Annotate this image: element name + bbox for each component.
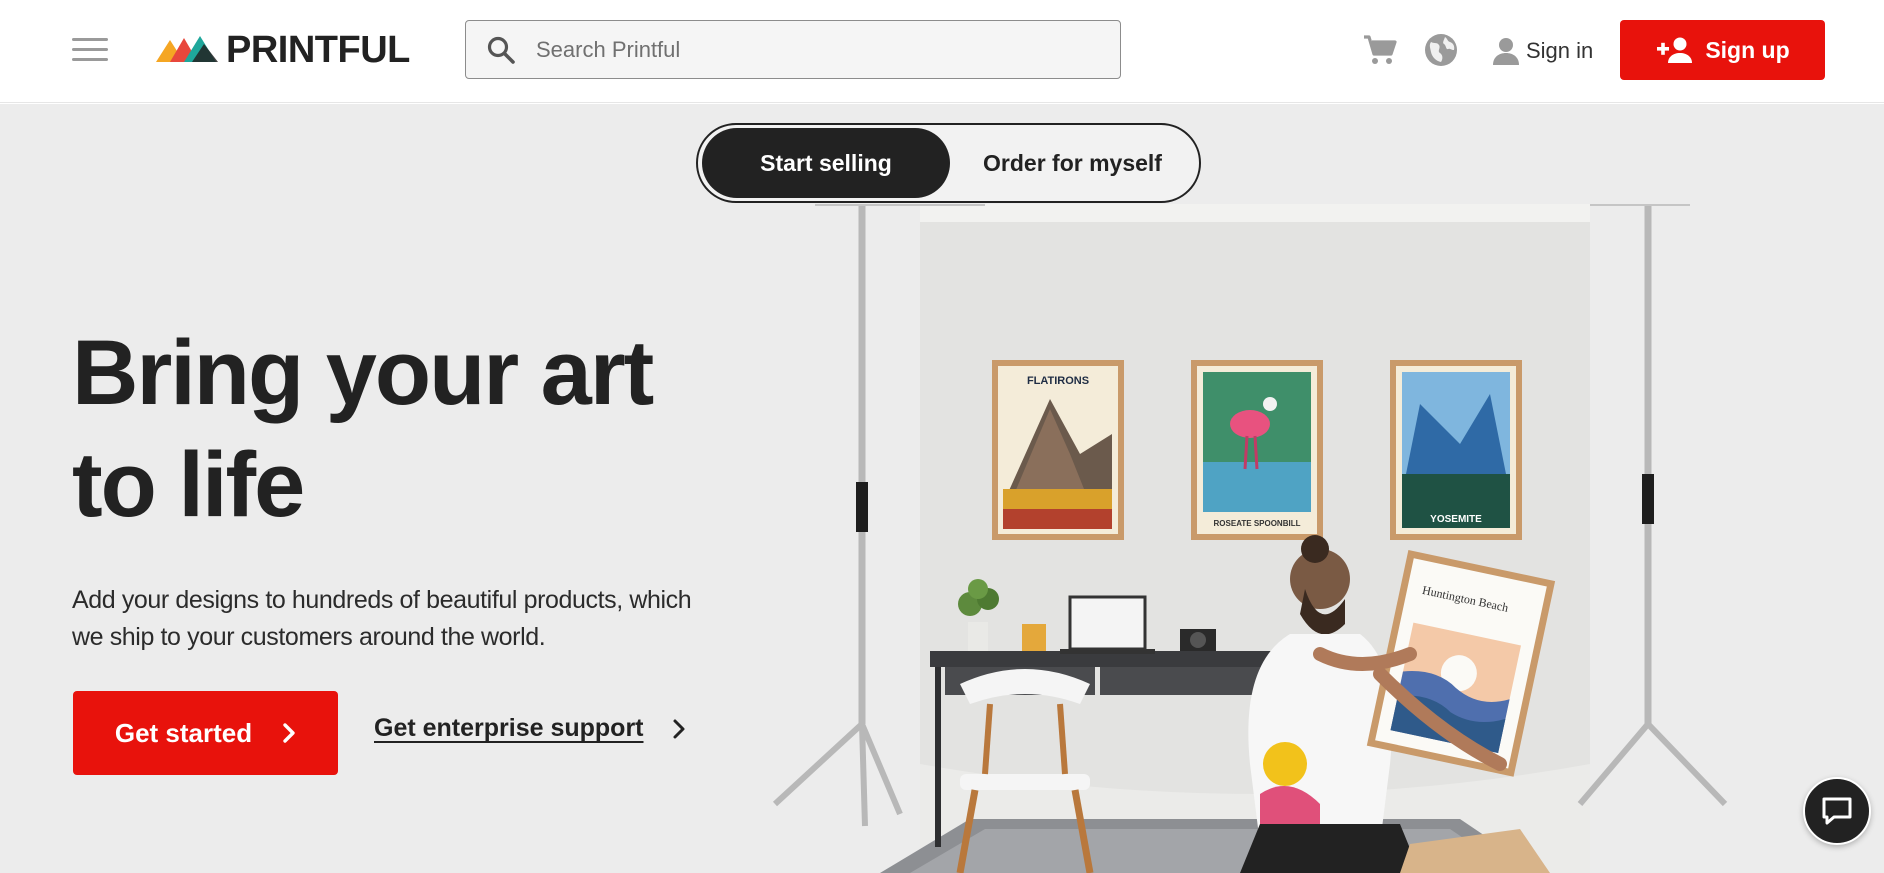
site-header: PRINTFUL Sign in Sign up xyxy=(0,0,1884,103)
sign-up-label: Sign up xyxy=(1705,36,1790,63)
tab-start-selling[interactable]: Start selling xyxy=(702,128,950,198)
sign-in-label: Sign in xyxy=(1526,38,1594,63)
hero-photo: FLATIRONS ROSEATE SPOONBILL YOSEMITE Hun… xyxy=(772,204,1728,873)
hero-headline: Bring your art to life xyxy=(72,317,712,541)
user-icon xyxy=(1493,38,1519,65)
search-icon xyxy=(487,36,515,64)
headline-line-2: to life xyxy=(72,434,305,536)
hero-subtext: Add your designs to hundreds of beautifu… xyxy=(72,586,692,651)
sign-up-button[interactable]: Sign up xyxy=(1620,20,1825,80)
chat-button[interactable] xyxy=(1803,777,1871,845)
add-user-icon xyxy=(1657,37,1693,63)
logo-mark-icon xyxy=(156,36,218,62)
enterprise-support-label: Get enterprise support xyxy=(374,714,644,742)
get-started-button[interactable]: Get started xyxy=(73,691,338,775)
globe-icon[interactable] xyxy=(1421,30,1461,70)
sign-in-link[interactable]: Sign in xyxy=(1490,33,1593,69)
audience-toggle: Start selling Order for myself xyxy=(696,123,1201,203)
poster-yosemite-title: YOSEMITE xyxy=(1430,514,1482,525)
search-bar[interactable] xyxy=(465,20,1121,79)
get-started-label: Get started xyxy=(114,717,253,748)
hero-section: FLATIRONS ROSEATE SPOONBILL YOSEMITE Hun… xyxy=(0,104,1884,873)
printful-logo[interactable]: PRINTFUL xyxy=(156,28,410,72)
headline-line-1: Bring your art xyxy=(72,322,654,424)
poster-spoonbill-title: ROSEATE SPOONBILL xyxy=(1214,519,1301,528)
hamburger-menu-icon[interactable] xyxy=(72,38,108,64)
search-input[interactable] xyxy=(536,36,1096,63)
chevron-right-icon xyxy=(673,719,684,738)
tab-order-for-myself[interactable]: Order for myself xyxy=(950,128,1195,198)
poster-flatirons-title: FLATIRONS xyxy=(1027,375,1089,387)
chevron-right-icon xyxy=(283,723,295,743)
logo-text: PRINTFUL xyxy=(226,28,410,71)
enterprise-support-link[interactable]: Get enterprise support xyxy=(374,714,686,743)
cart-icon[interactable] xyxy=(1360,30,1400,70)
chat-bubble-icon xyxy=(1822,797,1852,825)
